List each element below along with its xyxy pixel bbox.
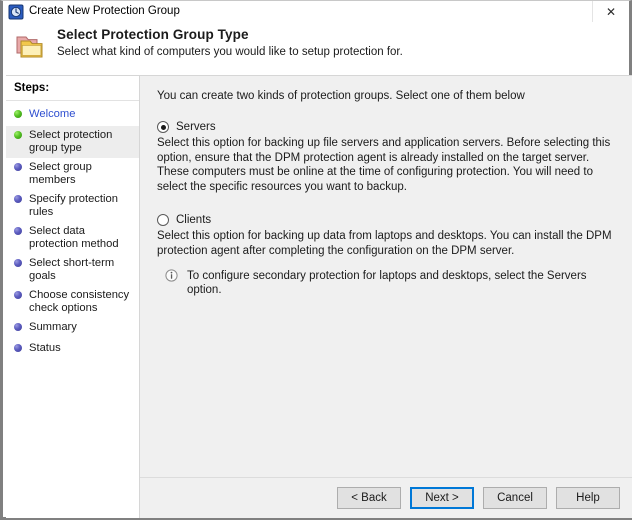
dialog-window: Create New Protection Group ✕ Select Pro… [0, 0, 632, 520]
title-bar: Create New Protection Group ✕ [3, 1, 629, 23]
step-bullet-icon [14, 291, 22, 299]
sidebar-item-label: Select group members [29, 161, 92, 186]
info-note-text: To configure secondary protection for la… [187, 270, 587, 296]
back-button[interactable]: < Back [337, 487, 401, 509]
steps-list: Welcome Select protection group type Sel… [6, 101, 139, 360]
sidebar-item-select-short-term-goals[interactable]: Select short-term goals [6, 254, 139, 286]
radio-servers[interactable]: Servers [157, 121, 624, 133]
option-clients: Clients Select this option for backing u… [157, 214, 624, 297]
step-bullet-icon [14, 323, 22, 331]
option-servers-description: Select this option for backing up file s… [157, 137, 611, 193]
sidebar-item-choose-consistency-check-options[interactable]: Choose consistency check options [6, 286, 139, 318]
sidebar-item-label: Select data protection method [29, 225, 119, 250]
step-bullet-icon [14, 344, 22, 352]
intro-text: You can create two kinds of protection g… [157, 90, 525, 102]
step-bullet-icon [14, 259, 22, 267]
sidebar-item-select-group-members[interactable]: Select group members [6, 158, 139, 190]
next-button[interactable]: Next > [410, 487, 474, 509]
radio-clients[interactable]: Clients [157, 214, 624, 226]
step-bullet-icon [14, 195, 22, 203]
main-panel: You can create two kinds of protection g… [140, 75, 632, 518]
page-title: Select Protection Group Type [57, 27, 249, 42]
window-controls: ✕ [592, 1, 629, 22]
sidebar-item-status[interactable]: Status [6, 339, 139, 360]
sidebar-item-label: Select protection group type [29, 129, 113, 154]
info-icon [165, 269, 178, 282]
sidebar-item-specify-protection-rules[interactable]: Specify protection rules [6, 190, 139, 222]
step-bullet-icon [14, 227, 22, 235]
sidebar-item-select-data-protection-method[interactable]: Select data protection method [6, 222, 139, 254]
main-content: You can create two kinds of protection g… [140, 76, 632, 477]
option-clients-description: Select this option for backing up data f… [157, 230, 612, 257]
sidebar-item-summary[interactable]: Summary [6, 318, 139, 339]
sidebar-item-label: Choose consistency check options [29, 289, 130, 314]
radio-button-icon[interactable] [157, 121, 169, 133]
step-bullet-icon [14, 131, 22, 139]
dialog-footer: < Back Next > Cancel Help [140, 477, 632, 518]
sidebar-item-label: Specify protection rules [29, 193, 118, 218]
cancel-button[interactable]: Cancel [483, 487, 547, 509]
sidebar-item-label: Welcome [29, 108, 76, 120]
radio-clients-label: Clients [176, 214, 212, 226]
radio-button-icon[interactable] [157, 214, 169, 226]
window-title: Create New Protection Group [29, 5, 180, 17]
steps-heading: Steps: [6, 76, 139, 101]
sidebar-item-welcome[interactable]: Welcome [6, 105, 139, 126]
dialog-header: Select Protection Group Type Select what… [3, 23, 629, 75]
step-bullet-icon [14, 110, 22, 118]
sidebar-item-label: Select short-term goals [29, 257, 115, 282]
sidebar-item-label: Status [29, 342, 61, 354]
radio-servers-label: Servers [176, 121, 216, 133]
sidebar-item-label: Summary [29, 321, 77, 333]
close-icon[interactable]: ✕ [592, 1, 629, 22]
folders-icon [15, 32, 49, 62]
help-button[interactable]: Help [556, 487, 620, 509]
sidebar-item-select-protection-group-type[interactable]: Select protection group type [6, 126, 139, 158]
dpm-clock-icon [8, 4, 24, 20]
option-servers: Servers Select this option for backing u… [157, 121, 624, 194]
steps-sidebar: Steps: Welcome Select protection group t… [6, 75, 140, 518]
step-bullet-icon [14, 163, 22, 171]
info-note: To configure secondary protection for la… [165, 269, 624, 297]
page-subtitle: Select what kind of computers you would … [57, 46, 403, 58]
dialog-body: Steps: Welcome Select protection group t… [6, 75, 632, 518]
